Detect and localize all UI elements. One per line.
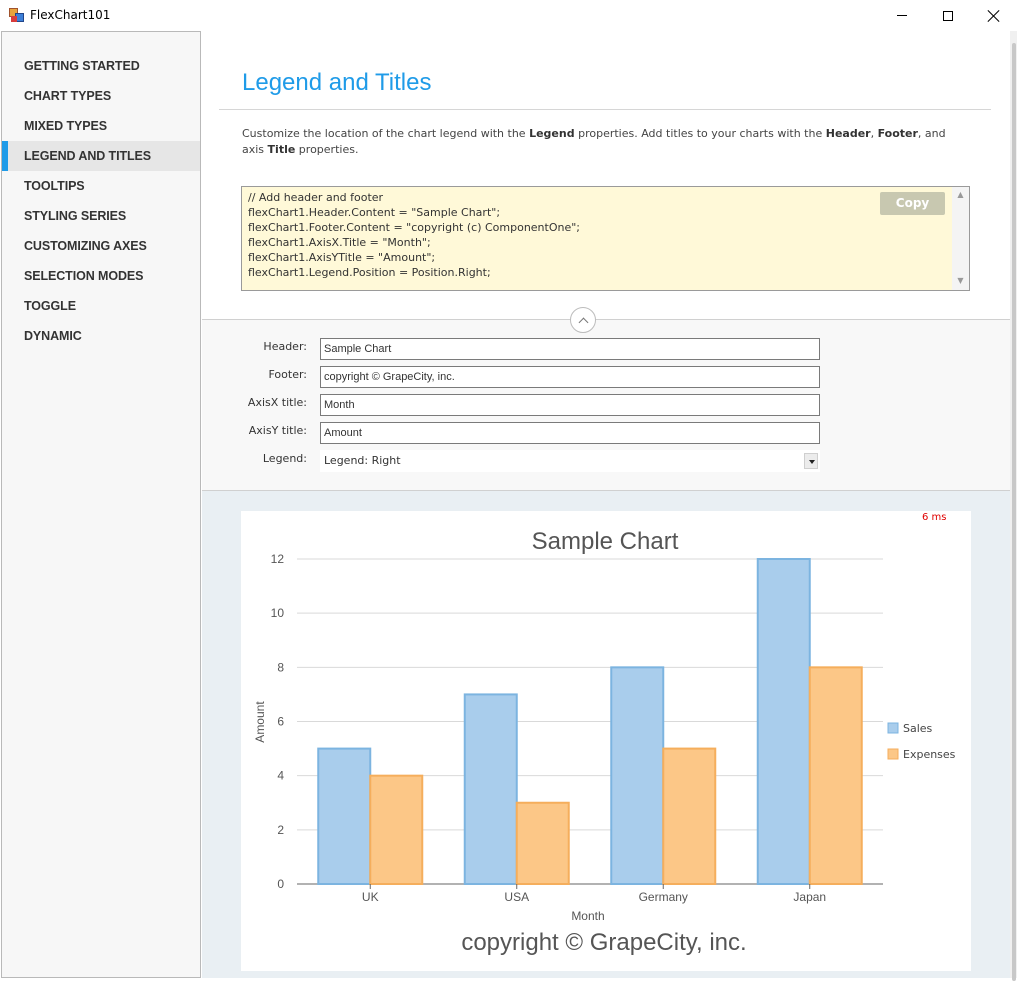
flexchart[interactable]: 0 2 4 6 8 10 12 UK USA Germany Japan Sample Chart Mo… [241, 511, 971, 971]
y-tick-label: 12 [271, 552, 285, 566]
legend-select[interactable]: Legend: Right [320, 450, 820, 472]
y-axis-title: Amount [253, 701, 267, 743]
maximize-button[interactable] [925, 0, 971, 31]
y-tick-label: 2 [277, 823, 284, 837]
x-tick-label: UK [362, 890, 379, 904]
sidebar-item-toggle[interactable]: TOGGLE [2, 291, 200, 321]
collapse-button[interactable] [570, 307, 596, 333]
header-input[interactable] [320, 338, 820, 360]
bar-expenses [369, 774, 424, 885]
sidebar-item-tooltips[interactable]: TOOLTIPS [2, 171, 200, 201]
footer-input[interactable] [320, 366, 820, 388]
bar-expenses [808, 666, 863, 885]
axisx-title-label: AxisX title: [247, 396, 307, 409]
y-tick-label: 8 [277, 660, 284, 674]
header-label: Header: [263, 340, 307, 353]
minimize-icon [897, 15, 907, 16]
x-tick-label: Germany [639, 890, 688, 904]
chart-footer: copyright © GrapeCity, inc. [461, 929, 746, 956]
sidebar: GETTING STARTED CHART TYPES MIXED TYPES … [1, 31, 201, 978]
sidebar-item-legend-and-titles[interactable]: LEGEND AND TITLES [2, 141, 200, 171]
legend-label-expenses: Expenses [903, 748, 956, 761]
close-button[interactable] [971, 0, 1017, 31]
code-line: flexChart1.Legend.Position = Position.Ri… [248, 266, 491, 279]
sidebar-item-dynamic[interactable]: DYNAMIC [2, 321, 200, 351]
app-icon [9, 8, 25, 24]
window-title: FlexChart101 [30, 8, 111, 22]
y-tick-label: 10 [271, 606, 285, 620]
sidebar-item-mixed-types[interactable]: MIXED TYPES [2, 111, 200, 141]
axisy-title-input[interactable] [320, 422, 820, 444]
title-divider [219, 109, 991, 110]
chevron-down-icon[interactable] [804, 453, 818, 469]
legend-label: Legend: [262, 452, 307, 465]
chart-card: 0 2 4 6 8 10 12 UK USA Germany Japan Sample Chart Mo… [241, 511, 971, 971]
legend-swatch-sales [887, 722, 899, 734]
main-panel: Legend and Titles Customize the location… [202, 31, 1010, 978]
copy-button[interactable]: Copy [880, 192, 945, 215]
code-scrollbar[interactable]: ▲ ▼ [952, 187, 969, 290]
close-icon [988, 10, 1000, 22]
settings-panel: Header: Footer: AxisX title: AxisY title… [202, 319, 1010, 491]
scroll-down-icon[interactable]: ▼ [956, 276, 965, 285]
x-tick-label: USA [504, 890, 529, 904]
code-line: flexChart1.Header.Content = "Sample Char… [248, 206, 501, 219]
axisx-title-input[interactable] [320, 394, 820, 416]
bar-sales [317, 747, 372, 885]
bar-expenses [662, 747, 717, 885]
sidebar-item-styling-series[interactable]: STYLING SERIES [2, 201, 200, 231]
render-time: 6 ms [922, 512, 947, 523]
y-tick-label: 4 [277, 769, 284, 783]
x-axis-title: Month [571, 909, 604, 923]
minimize-button[interactable] [879, 0, 925, 31]
page-title: Legend and Titles [242, 69, 432, 96]
bar-sales [756, 558, 811, 885]
page-description: Customize the location of the chart lege… [242, 127, 946, 156]
sidebar-item-getting-started[interactable]: GETTING STARTED [2, 51, 200, 81]
chart-area: 0 2 4 6 8 10 12 UK USA Germany Japan Sample Chart Mo… [202, 491, 1010, 978]
bar-sales [463, 693, 518, 885]
x-tick-label: Japan [793, 890, 826, 904]
chart-title: Sample Chart [532, 528, 679, 555]
code-line: flexChart1.AxisX.Title = "Month"; [248, 236, 431, 249]
axisy-title-label: AxisY title: [248, 424, 307, 437]
sidebar-item-selection-modes[interactable]: SELECTION MODES [2, 261, 200, 291]
sidebar-item-customizing-axes[interactable]: CUSTOMIZING AXES [2, 231, 200, 261]
y-tick-label: 0 [277, 877, 284, 891]
legend-label-sales: Sales [903, 722, 933, 735]
maximize-icon [943, 10, 953, 21]
code-text: // Add header and footer flexChart1.Heade… [248, 190, 580, 280]
code-line: flexChart1.Footer.Content = "copyright (… [248, 221, 581, 234]
title-bar: FlexChart101 [0, 0, 1017, 31]
main-scrollbar[interactable] [1010, 31, 1017, 981]
code-line: flexChart1.AxisYTitle = "Amount"; [248, 251, 436, 264]
sidebar-item-chart-types[interactable]: CHART TYPES [2, 81, 200, 111]
scrollbar-thumb[interactable] [1012, 43, 1016, 981]
y-tick-label: 6 [277, 715, 284, 729]
code-line: // Add header and footer [248, 191, 384, 204]
scroll-up-icon[interactable]: ▲ [956, 190, 965, 199]
bar-expenses [515, 801, 570, 885]
legend-swatch-expenses [887, 748, 899, 760]
footer-label: Footer: [268, 368, 307, 381]
legend-select-value: Legend: Right [324, 454, 401, 467]
code-snippet[interactable]: // Add header and footer flexChart1.Heade… [241, 186, 970, 291]
bar-sales [610, 666, 665, 885]
chevron-up-icon [578, 317, 588, 327]
